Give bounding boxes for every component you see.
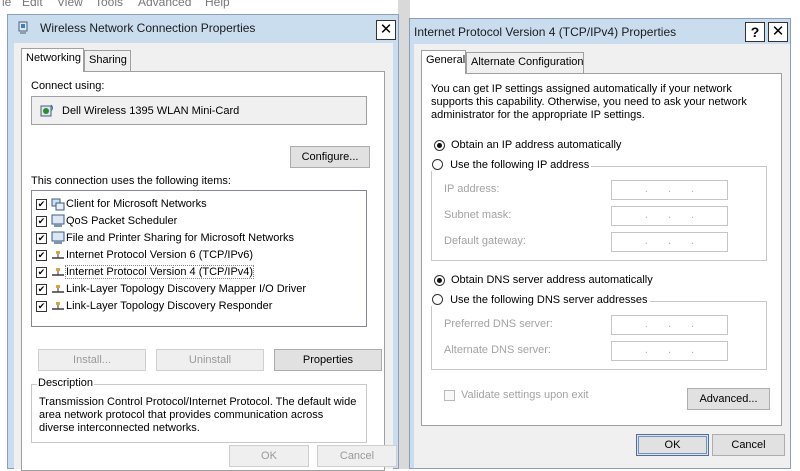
item-checkbox[interactable]: ✔ xyxy=(36,216,47,227)
advanced-button[interactable]: Advanced... xyxy=(687,388,770,410)
install-button[interactable]: Install... xyxy=(38,349,146,371)
ip-address-field[interactable]: ... xyxy=(611,180,728,200)
description-group: Description Transmission Control Protoco… xyxy=(31,377,367,443)
menu-item-help[interactable]: Help xyxy=(205,0,230,9)
description-text: Transmission Control Protocol/Internet P… xyxy=(39,396,357,434)
close-icon: ✕ xyxy=(379,21,393,38)
network-service-icon xyxy=(51,214,65,228)
ok-button[interactable]: OK xyxy=(636,434,709,456)
adapter-field: Dell Wireless 1395 WLAN Mini-Card xyxy=(31,96,367,125)
item-label: Internet Protocol Version 6 (TCP/IPv6) xyxy=(66,249,254,261)
item-checkbox[interactable]: ✔ xyxy=(36,250,47,261)
preferred-dns-field[interactable]: ... xyxy=(611,315,728,335)
use-following-ip-radio[interactable] xyxy=(432,159,443,170)
use-following-dns-label: Use the following DNS server addresses xyxy=(450,294,648,306)
obtain-ip-radio[interactable] xyxy=(434,140,445,151)
validate-settings-checkbox[interactable] xyxy=(444,390,455,401)
dialog-client-area: Networking Sharing Connect using: Dell W… xyxy=(14,43,397,471)
close-icon: ✕ xyxy=(771,23,785,40)
static-dns-group: Use the following DNS server addresses P… xyxy=(430,294,767,370)
item-label: File and Printer Sharing for Microsoft N… xyxy=(66,232,295,244)
tab-networking[interactable]: Networking xyxy=(21,48,84,72)
item-label: Client for Microsoft Networks xyxy=(66,198,207,210)
wireless-properties-window: Wireless Network Connection Properties ✕… xyxy=(7,14,399,471)
obtain-ip-label: Obtain an IP address automatically xyxy=(451,139,622,151)
ip-address-label: IP address: xyxy=(444,183,500,195)
ok-button[interactable]: OK xyxy=(229,445,309,467)
obtain-dns-label: Obtain DNS server address automatically xyxy=(451,274,653,286)
use-following-dns-radio[interactable] xyxy=(432,294,443,305)
menu-item-view[interactable]: View xyxy=(57,0,83,9)
adapter-name: Dell Wireless 1395 WLAN Mini-Card xyxy=(62,105,240,117)
networking-tab-panel: Connect using: Dell Wireless 1395 WLAN M… xyxy=(21,71,385,471)
static-ip-group: Use the following IP address IP address:… xyxy=(430,159,767,261)
network-adapter-icon xyxy=(16,21,30,35)
protocol-icon xyxy=(51,265,65,279)
obtain-dns-radio[interactable] xyxy=(434,275,445,286)
item-label: Internet Protocol Version 4 (TCP/IPv4) xyxy=(64,265,255,279)
tab-alternate-configuration[interactable]: Alternate Configuration xyxy=(466,52,584,74)
close-button[interactable]: ✕ xyxy=(376,20,396,40)
menu-item-edit[interactable]: Edit xyxy=(22,0,43,9)
use-following-ip-label: Use the following IP address xyxy=(450,159,590,171)
subnet-mask-label: Subnet mask: xyxy=(444,209,512,221)
window-title: Internet Protocol Version 4 (TCP/IPv4) P… xyxy=(414,25,677,39)
ipv4-properties-window: Internet Protocol Version 4 (TCP/IPv4) P… xyxy=(409,18,791,469)
help-button[interactable]: ? xyxy=(745,22,765,42)
item-checkbox[interactable]: ✔ xyxy=(36,233,47,244)
network-client-icon xyxy=(51,197,65,211)
close-button[interactable]: ✕ xyxy=(768,22,788,42)
dialog-client-area: General Alternate Configuration You can … xyxy=(414,44,790,468)
item-checkbox[interactable]: ✔ xyxy=(36,267,47,278)
protocol-icon xyxy=(51,248,65,262)
use-following-dns-option[interactable]: Use the following DNS server addresses xyxy=(430,294,650,306)
menu-item-tools[interactable]: Tools xyxy=(95,0,123,9)
title-bar[interactable]: Internet Protocol Version 4 (TCP/IPv4) P… xyxy=(410,19,790,45)
item-label: QoS Packet Scheduler xyxy=(66,215,178,227)
network-service-icon xyxy=(51,231,65,245)
menu-item-advanced[interactable]: Advanced xyxy=(138,0,191,9)
intro-text: You can get IP settings assigned automat… xyxy=(431,83,747,121)
cancel-button[interactable]: Cancel xyxy=(712,434,785,456)
preferred-dns-label: Preferred DNS server: xyxy=(444,318,553,330)
alternate-dns-label: Alternate DNS server: xyxy=(444,344,551,356)
window-title: Wireless Network Connection Properties xyxy=(40,21,256,35)
general-tab-panel: You can get IP settings assigned automat… xyxy=(421,73,782,426)
tab-general[interactable]: General xyxy=(421,50,466,74)
menu-item-file[interactable]: le xyxy=(2,0,11,9)
description-title: Description xyxy=(37,377,95,389)
protocol-icon xyxy=(51,299,65,313)
connect-using-label: Connect using: xyxy=(31,80,105,92)
properties-button[interactable]: Properties xyxy=(274,349,382,371)
item-checkbox[interactable]: ✔ xyxy=(36,284,47,295)
item-checkbox[interactable]: ✔ xyxy=(36,199,47,210)
cancel-button[interactable]: Cancel xyxy=(317,445,397,467)
wireless-card-icon xyxy=(39,103,55,119)
use-following-ip-option[interactable]: Use the following IP address xyxy=(430,159,592,171)
item-checkbox[interactable]: ✔ xyxy=(36,301,47,312)
configure-button[interactable]: Configure... xyxy=(290,146,370,168)
item-label: Link-Layer Topology Discovery Responder xyxy=(66,300,273,312)
uninstall-button[interactable]: Uninstall xyxy=(156,349,264,371)
alternate-dns-field[interactable]: ... xyxy=(611,341,728,361)
tab-sharing[interactable]: Sharing xyxy=(84,50,131,72)
default-gateway-label: Default gateway: xyxy=(444,235,526,247)
validate-settings-label: Validate settings upon exit xyxy=(461,389,589,401)
title-bar[interactable]: Wireless Network Connection Properties ✕ xyxy=(8,15,398,41)
connection-items-label: This connection uses the following items… xyxy=(31,175,231,187)
connection-items-list[interactable]: ✔ Client for Microsoft Networks ✔ QoS Pa… xyxy=(31,190,367,327)
default-gateway-field[interactable]: ... xyxy=(611,232,728,252)
item-label: Link-Layer Topology Discovery Mapper I/O… xyxy=(66,283,307,295)
subnet-mask-field[interactable]: ... xyxy=(611,206,728,226)
protocol-icon xyxy=(51,282,65,296)
